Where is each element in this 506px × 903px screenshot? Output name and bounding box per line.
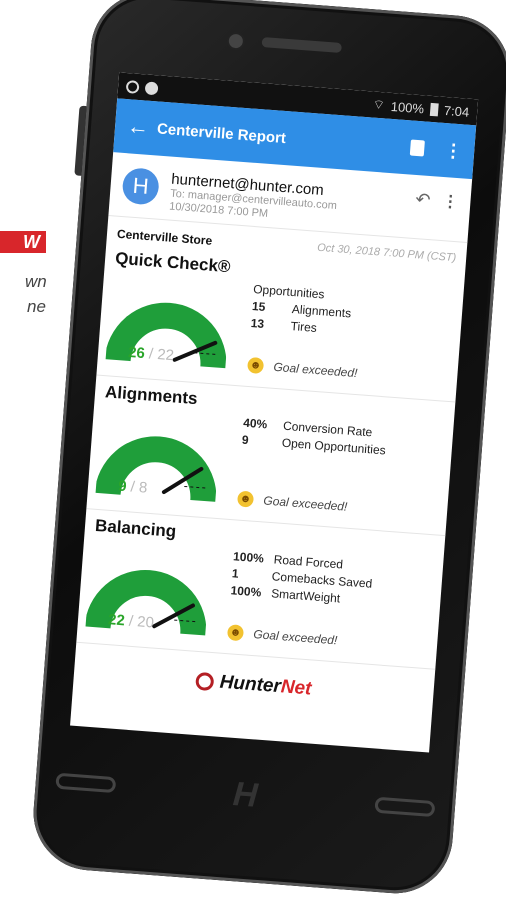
gauge-meter (84, 569, 207, 636)
goal-status: ☻ Goal exceeded! (246, 356, 358, 381)
gauge-value: 26 / 22 (128, 344, 175, 364)
clock: 7:04 (443, 102, 470, 120)
email-more-icon[interactable]: ⋮ (440, 191, 459, 235)
avatar[interactable]: H (121, 167, 160, 206)
goal-status-text: Goal exceeded! (262, 493, 348, 514)
back-arrow-icon[interactable]: ← (126, 113, 158, 141)
stat-value: 13 (250, 315, 265, 331)
phone-body: ⌔ 100% 7:04 ← Centerville Report ⋮ H hun… (29, 0, 506, 898)
home-button[interactable]: H (232, 775, 259, 816)
stats-list: Opportunities 15 Alignments 13 Tires (250, 281, 353, 339)
reply-icon[interactable]: ↶ (413, 189, 432, 233)
smiley-icon: ☻ (246, 356, 265, 375)
report-section: Quick Check® 26 / 22 Opportunities 15 Al… (96, 241, 466, 403)
goal-status-text: Goal exceeded! (252, 627, 338, 648)
report-section: Alignments 9 / 8 40% Conversion Rate 9 O… (86, 375, 456, 537)
page-title: Centerville Report (156, 119, 287, 147)
phone-mockup: ⌔ 100% 7:04 ← Centerville Report ⋮ H hun… (0, 0, 506, 903)
goal-status: ☻ Goal exceeded! (226, 624, 338, 648)
goal-count: / 22 (148, 345, 175, 365)
gauge-value: 22 / 20 (107, 611, 154, 631)
battery-icon (429, 102, 439, 116)
recent-apps-button[interactable] (55, 772, 117, 794)
goal-status-text: Goal exceeded! (273, 359, 358, 381)
actual-count: 26 (127, 343, 146, 363)
wifi-icon: ⌔ (372, 96, 386, 113)
actual-count: 9 (117, 477, 128, 496)
trash-icon[interactable] (409, 139, 425, 157)
stat-value: 9 (241, 432, 250, 448)
goal-status: ☻ Goal exceeded! (236, 490, 348, 515)
smiley-icon: ☻ (226, 624, 245, 642)
phone-screen: ⌔ 100% 7:04 ← Centerville Report ⋮ H hun… (70, 72, 479, 753)
hunter-logo-icon (195, 671, 215, 692)
front-camera-icon (226, 31, 246, 51)
gauge-meter (104, 302, 227, 369)
report-sections: Quick Check® 26 / 22 Opportunities 15 Al… (76, 241, 466, 670)
brand-name-part-1: Hunter (219, 671, 282, 698)
smiley-icon: ☻ (236, 490, 255, 508)
earpiece (261, 37, 342, 54)
stat-value: 100% (230, 583, 262, 600)
back-hardware-button[interactable] (374, 796, 436, 818)
stats-list: 100% Road Forced 1 Comebacks Saved 100% … (230, 548, 374, 609)
goal-count: / 20 (128, 612, 155, 632)
report-section: Balancing 22 / 20 100% Road Forced 1 Com… (76, 509, 446, 670)
whatsapp-icon (125, 79, 140, 94)
notification-icon (144, 80, 159, 95)
gauge-meter (94, 436, 217, 502)
gauge-value: 9 / 8 (118, 478, 148, 497)
brand-name-part-2: Net (280, 676, 313, 700)
goal-count: / 8 (129, 478, 148, 497)
hardware-nav-row: H (53, 746, 437, 844)
actual-count: 22 (107, 611, 126, 630)
more-menu-icon[interactable]: ⋮ (443, 140, 463, 162)
stat-label: Tires (290, 318, 318, 335)
brand-name: HunterNet (219, 672, 312, 701)
signal-level: 100% (390, 98, 425, 116)
